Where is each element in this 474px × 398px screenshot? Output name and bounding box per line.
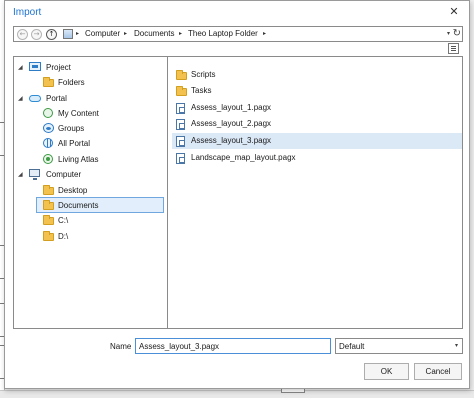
- file-list[interactable]: Scripts Tasks Assess_layout_1.pagx Asses…: [168, 56, 463, 329]
- file-name: Assess_layout_3.pagx: [191, 136, 272, 145]
- file-name: Scripts: [191, 70, 216, 79]
- refresh-icon[interactable]: ↻: [453, 28, 461, 39]
- project-icon: [29, 62, 41, 71]
- file-name: Landscape_map_layout.pagx: [191, 153, 296, 162]
- name-label: Name: [110, 342, 132, 351]
- breadcrumb-theo-laptop-folder[interactable]: Theo Laptop Folder: [188, 29, 258, 38]
- file-name: Assess_layout_2.pagx: [191, 119, 272, 128]
- up-folder-icon[interactable]: ↑: [46, 29, 57, 40]
- address-dropdown-icon[interactable]: ▾: [447, 30, 450, 37]
- expand-caret-icon[interactable]: ◢: [18, 91, 23, 106]
- cancel-button[interactable]: Cancel: [414, 363, 462, 380]
- breadcrumb-separator-icon[interactable]: ▸: [124, 30, 127, 37]
- breadcrumb-computer[interactable]: Computer: [85, 29, 120, 38]
- background-status-strip: [0, 390, 474, 398]
- breadcrumb-separator-icon[interactable]: ▸: [263, 30, 266, 37]
- breadcrumb-separator-icon[interactable]: ▸: [76, 30, 79, 37]
- tree-item-label: D:\: [58, 232, 69, 241]
- file-name-input[interactable]: [135, 338, 331, 354]
- list-item[interactable]: Assess_layout_2.pagx: [172, 116, 462, 132]
- forward-icon[interactable]: →: [31, 29, 42, 40]
- layout-file-icon: [176, 103, 185, 114]
- address-bar[interactable]: ← → ↑ ▸ Computer ▸ Documents ▸ Theo Lapt…: [13, 26, 463, 42]
- view-toggle-icon[interactable]: [448, 43, 459, 54]
- file-type-value: Default: [339, 342, 365, 351]
- layout-file-icon: [176, 136, 185, 147]
- file-name: Assess_layout_1.pagx: [191, 103, 272, 112]
- breadcrumb-documents[interactable]: Documents: [134, 29, 174, 38]
- tree-selection-highlight: [36, 197, 164, 213]
- cloud-icon: [29, 95, 41, 102]
- list-item-selected[interactable]: Assess_layout_3.pagx: [172, 133, 462, 149]
- list-item[interactable]: Assess_layout_1.pagx: [172, 100, 462, 116]
- drive-icon: [43, 231, 54, 241]
- living-atlas-icon: [43, 154, 53, 164]
- breadcrumb-separator-icon[interactable]: ▸: [179, 30, 182, 37]
- folder-icon: [43, 77, 54, 87]
- import-dialog: Import ✕ ← → ↑ ▸ Computer ▸ Documents ▸ …: [4, 0, 470, 389]
- layout-file-icon: [176, 153, 185, 164]
- groups-icon: [43, 123, 54, 133]
- location-icon: [63, 29, 73, 39]
- tree-item-label: Desktop: [58, 186, 88, 195]
- back-icon[interactable]: ←: [17, 29, 28, 40]
- folder-icon: [43, 185, 54, 195]
- globe-icon: [43, 138, 53, 148]
- tree-item-label: Groups: [58, 124, 85, 133]
- navigation-tree[interactable]: ◢ Project Folders ◢ Portal My Content Gr…: [13, 56, 168, 329]
- dialog-titlebar: Import ✕: [5, 1, 469, 25]
- folder-icon: [176, 70, 187, 80]
- list-item[interactable]: Landscape_map_layout.pagx: [172, 150, 462, 166]
- folder-icon: [176, 86, 187, 96]
- chevron-down-icon[interactable]: ▾: [455, 342, 458, 349]
- dialog-title: Import: [13, 7, 42, 18]
- expand-caret-icon[interactable]: ◢: [18, 60, 23, 75]
- ok-button[interactable]: OK: [364, 363, 409, 380]
- folder-icon: [43, 200, 54, 210]
- tree-item-label: My Content: [58, 109, 99, 118]
- tree-item-label: Portal: [46, 94, 67, 103]
- file-type-select[interactable]: Default ▾: [335, 338, 463, 354]
- file-name: Tasks: [191, 86, 212, 95]
- tree-item-label: All Portal: [58, 139, 91, 148]
- tree-item-label: Documents: [58, 201, 99, 210]
- layout-file-icon: [176, 119, 185, 130]
- close-icon[interactable]: ✕: [447, 4, 461, 20]
- tree-item-label: Living Atlas: [58, 155, 99, 164]
- tree-item-label: Computer: [46, 170, 82, 179]
- computer-icon: [29, 169, 40, 180]
- expand-caret-icon[interactable]: ◢: [18, 167, 23, 182]
- tree-item-label: Folders: [58, 78, 85, 87]
- list-item[interactable]: Scripts: [172, 67, 462, 83]
- list-item[interactable]: Tasks: [172, 83, 462, 99]
- my-content-icon: [43, 108, 53, 118]
- tree-item-label: Project: [46, 63, 71, 72]
- drive-icon: [43, 215, 54, 225]
- tree-item-label: C:\: [58, 216, 69, 225]
